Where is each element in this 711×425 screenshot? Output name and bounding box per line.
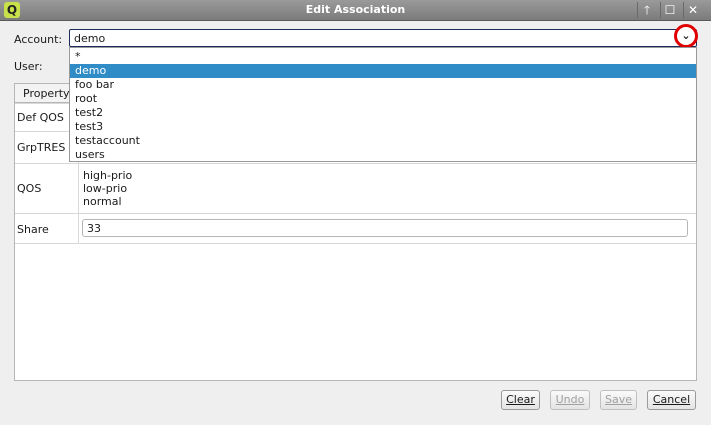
qos-list[interactable]: high-prio low-prio normal xyxy=(78,164,696,213)
undo-button[interactable]: Undo xyxy=(550,390,590,410)
dropdown-item[interactable]: root xyxy=(70,92,696,106)
account-dropdown-list: * demo foo bar root test2 test3 testacco… xyxy=(69,47,697,162)
share-input[interactable]: 33 xyxy=(82,219,688,237)
dropdown-item[interactable]: users xyxy=(70,148,696,162)
undo-button-label: Undo xyxy=(555,393,585,406)
dropdown-item[interactable]: * xyxy=(70,50,696,64)
share-cell: 33 xyxy=(78,214,696,243)
tab-property[interactable]: Property xyxy=(14,83,74,103)
save-button[interactable]: Save xyxy=(600,390,637,410)
dropdown-item-selected[interactable]: demo xyxy=(70,64,696,78)
maximize-icon[interactable]: ☐ xyxy=(660,2,679,18)
window-titlebar[interactable]: Q Edit Association 🡑 ☐ ✕ xyxy=(0,0,711,21)
account-combobox[interactable]: demo ⌄ xyxy=(69,24,698,48)
dropdown-arrow-button[interactable]: ⌄ xyxy=(674,24,698,48)
window-title: Edit Association xyxy=(305,3,406,16)
dropdown-item[interactable]: test3 xyxy=(70,120,696,134)
dropdown-item[interactable]: testaccount xyxy=(70,134,696,148)
qos-item[interactable]: normal xyxy=(83,195,122,208)
chevron-down-icon: ⌄ xyxy=(681,29,691,42)
user-label: User: xyxy=(14,60,43,73)
row-label-def-qos: Def QOS xyxy=(17,111,64,124)
row-label-qos: QOS xyxy=(17,182,42,195)
row-label-share: Share xyxy=(17,223,49,236)
table-row: Share 33 xyxy=(15,213,696,244)
table-row: QOS high-prio low-prio normal xyxy=(15,163,696,213)
clear-button-label: Clear xyxy=(506,393,535,406)
cancel-button[interactable]: Cancel xyxy=(647,390,696,410)
save-button-label: Save xyxy=(604,393,632,406)
qos-item[interactable]: high-prio xyxy=(83,169,132,182)
row-label-grptres: GrpTRES xyxy=(17,141,66,154)
close-icon[interactable]: ✕ xyxy=(683,2,702,18)
qos-item[interactable]: low-prio xyxy=(83,182,127,195)
dropdown-item[interactable]: test2 xyxy=(70,106,696,120)
account-value: demo xyxy=(74,32,106,45)
dropdown-item[interactable]: foo bar xyxy=(70,78,696,92)
keep-above-icon[interactable]: 🡑 xyxy=(637,2,656,18)
account-label: Account: xyxy=(14,33,63,46)
clear-button[interactable]: Clear xyxy=(501,390,540,410)
cancel-button-label: Cancel xyxy=(652,393,691,406)
